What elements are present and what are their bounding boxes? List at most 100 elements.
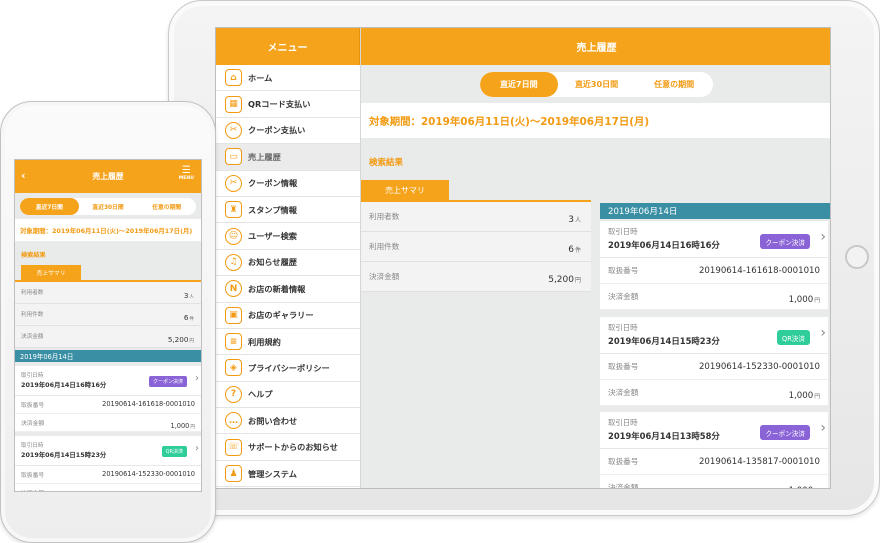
menu-item[interactable]: ♟ 管理システム [216,460,360,488]
menu-item[interactable]: ⌂ ホーム [216,65,360,92]
phone-segment-wrap: 直近7日間 直近30日間 任意の期間 [15,193,201,219]
tablet-screen: メニュー ⌂ ホーム ▦ QRコード支払い ✂ クーポン支払い ▭ 売上履歴 ✂ クーポン情報 ♜ ス… [215,27,831,489]
phone-target-period: 対象期間：2019年06月11日(火)～2019年06月17日(月) [15,219,201,241]
privacy-icon: ◈ [225,359,242,377]
summary-unit: 円 [574,277,581,284]
phone-summary-row: 利用件数 6件 [15,303,201,326]
transaction-id: 20190614-152330-0001010 [698,361,820,372]
phone-sales-summary: 利用者数 3人 利用件数 6件決済金額 5,200円 [15,281,201,348]
transaction-card[interactable]: 取引日時 2019年06月14日15時23分 QR決済 › 取扱番号 20190614-1… [600,317,828,406]
phone-period-segmented-control: 直近7日間 直近30日間 任意の期間 [20,197,196,215]
phone-summary-label: 利用件数 [21,312,44,318]
phone-transaction-id: 20190614-161618-0001010 [102,400,195,408]
phone-period-segment[interactable]: 任意の期間 [137,198,196,215]
menu-item[interactable]: ☏ サポートからのお知らせ [216,434,360,461]
phone-transaction-amount-label: 決済金額 [21,488,44,492]
menu-button[interactable]: ☰ MENU [179,166,194,182]
transaction-card-header: 取引日時 2019年06月14日16時16分 クーポン決済 › [600,221,828,258]
menu-list: ⌂ ホーム ▦ QRコード支払い ✂ クーポン支払い ▭ 売上履歴 ✂ クーポン情報 ♜ スタンプ情報… [216,65,360,488]
transaction-id-row: 取扱番号 20190614-161618-0001010 [600,258,828,284]
menu-item[interactable]: ▣ お店のギャラリー [216,302,360,329]
menu-item[interactable]: ≡ 利用規約 [216,328,360,356]
phone-transaction-card-header: 取引日時 2019年06月14日15時23分 QR決済 › [15,436,201,466]
menu-item[interactable]: ♜ スタンプ情報 [216,196,360,224]
phone-summary-unit: 円 [189,338,194,344]
transaction-id-row: 取扱番号 20190614-135817-0001010 [600,449,828,475]
gallery-icon: ▣ [225,306,242,324]
menu-item[interactable]: ✂ クーポン情報 [216,170,360,197]
menu-item[interactable]: ☺ ユーザー検索 [216,223,360,250]
transaction-amount: 1,000 [788,295,814,305]
menu-item[interactable]: ▦ QRコード支払い [216,91,360,118]
sales-summary: 利用者数 3人 利用件数 6件 決済金額 5,200円 [361,202,591,292]
menu-item[interactable]: ▭ 売上履歴 [216,144,360,171]
chevron-right-icon[interactable]: › [195,443,199,454]
phone-transaction-amount: 1,000 [171,492,190,493]
admin-icon: ♟ [225,465,242,483]
phone-transaction-card[interactable]: 取引日時 2019年06月14日15時23分 QR決済 › 取扱番号 20190614-1… [15,435,201,493]
payment-type-badge: クーポン決済 [760,234,810,249]
phone-page-title: 売上履歴 [92,172,124,181]
phone-tab-sales-summary[interactable]: 売上サマリ [21,265,81,280]
contact-icon: … [225,412,242,430]
menu-item[interactable]: N お店の新着情報 [216,276,360,303]
period-segment[interactable]: 直近7日間 [480,71,558,97]
summary-value-wrap: 6件 [568,237,581,256]
phone-transaction-id-label: 取扱番号 [21,472,45,479]
chevron-right-icon[interactable]: › [820,229,826,245]
sales-history-icon: ▭ [225,148,242,166]
side-menu: メニュー ⌂ ホーム ▦ QRコード支払い ✂ クーポン支払い ▭ 売上履歴 ✂ クーポン情報 ♜ ス… [216,28,361,488]
transaction-amount-label: 決済金額 [608,292,639,301]
menu-item[interactable]: ? ヘルプ [216,381,360,409]
transaction-id-row: 取扱番号 20190614-152330-0001010 [600,354,828,380]
chevron-right-icon[interactable]: › [820,420,826,436]
phone-summary-row: 利用者数 3人 [15,281,201,304]
phone-screen: ‹ 売上履歴 ☰ MENU 直近7日間 直近30日間 任意の期間 対象期間：2019… [14,159,202,492]
tablet-home-button [845,245,869,269]
menu-item[interactable]: ✂ クーポン支払い [216,117,360,145]
search-result-title: 検索結果 [369,158,404,168]
phone-transaction-amount-wrap: 1,000円 [171,413,196,432]
transaction-card[interactable]: 取引日時 2019年06月14日16時16分 クーポン決済 › 取扱番号 20190614… [600,221,828,310]
summary-unit: 人 [574,217,581,224]
period-segment[interactable]: 直近30日間 [558,72,636,97]
coupon-pay-icon: ✂ [225,121,242,139]
phone-summary-label: 利用者数 [21,290,44,296]
summary-label: 利用件数 [369,242,400,251]
phone-summary-value: 5,200 [167,334,189,344]
menu-item[interactable]: ♫ お知らせ履歴 [216,249,360,277]
phone-date-header: 2019年06月14日 [15,349,201,362]
phone-header: ‹ 売上履歴 ☰ MENU [15,160,201,193]
period-segment[interactable]: 任意の期間 [635,72,713,97]
phone-transaction-amount-row: 決済金額 1,000円 [15,414,201,432]
hamburger-icon: ☰ [181,165,191,176]
user-search-icon: ☺ [225,227,242,245]
chevron-right-icon[interactable]: › [195,373,199,384]
main-panel: 売上履歴 直近7日間 直近30日間 任意の期間 対象期間：2019年06月11日(火… [361,28,830,488]
phone-summary-unit: 人 [189,294,194,300]
phone-transaction-card[interactable]: 取引日時 2019年06月14日16時16分 クーポン決済 › 取扱番号 20190614… [15,365,201,432]
home-icon: ⌂ [225,69,242,87]
support-icon: ☏ [225,438,242,456]
phone-search-result-title: 検索結果 [21,252,46,259]
phone-summary-value-wrap: 3人 [184,283,194,302]
phone-period-segment[interactable]: 直近30日間 [79,198,138,215]
phone-transaction-id-row: 取扱番号 20190614-161618-0001010 [15,396,201,414]
summary-value-wrap: 5,200円 [548,267,581,286]
phone-period-segment[interactable]: 直近7日間 [20,197,79,215]
phone-summary-label: 決済金額 [21,334,44,340]
transaction-amount-wrap: 1,000円 [789,287,820,306]
transaction-card-header: 取引日時 2019年06月14日13時58分 クーポン決済 › [600,412,828,449]
qr-code-icon: ▦ [225,95,242,113]
menu-item-label: サポートからのお知らせ [248,442,338,453]
transaction-card[interactable]: 取引日時 2019年06月14日13時58分 クーポン決済 › 取扱番号 20190614… [600,412,828,488]
payment-type-badge: クーポン決済 [760,425,810,440]
chevron-right-icon[interactable]: › [820,325,826,341]
payment-type-badge: QR決済 [777,330,810,345]
menu-item[interactable]: … お問い合わせ [216,408,360,435]
tab-sales-summary[interactable]: 売上サマリ [361,180,449,200]
back-chevron-icon[interactable]: ‹ [21,169,26,182]
transaction-amount-row: 決済金額 1,000円 [600,380,828,406]
menu-item[interactable]: ◈ プライバシーポリシー [216,355,360,382]
transaction-id-label: 取扱番号 [608,457,639,466]
